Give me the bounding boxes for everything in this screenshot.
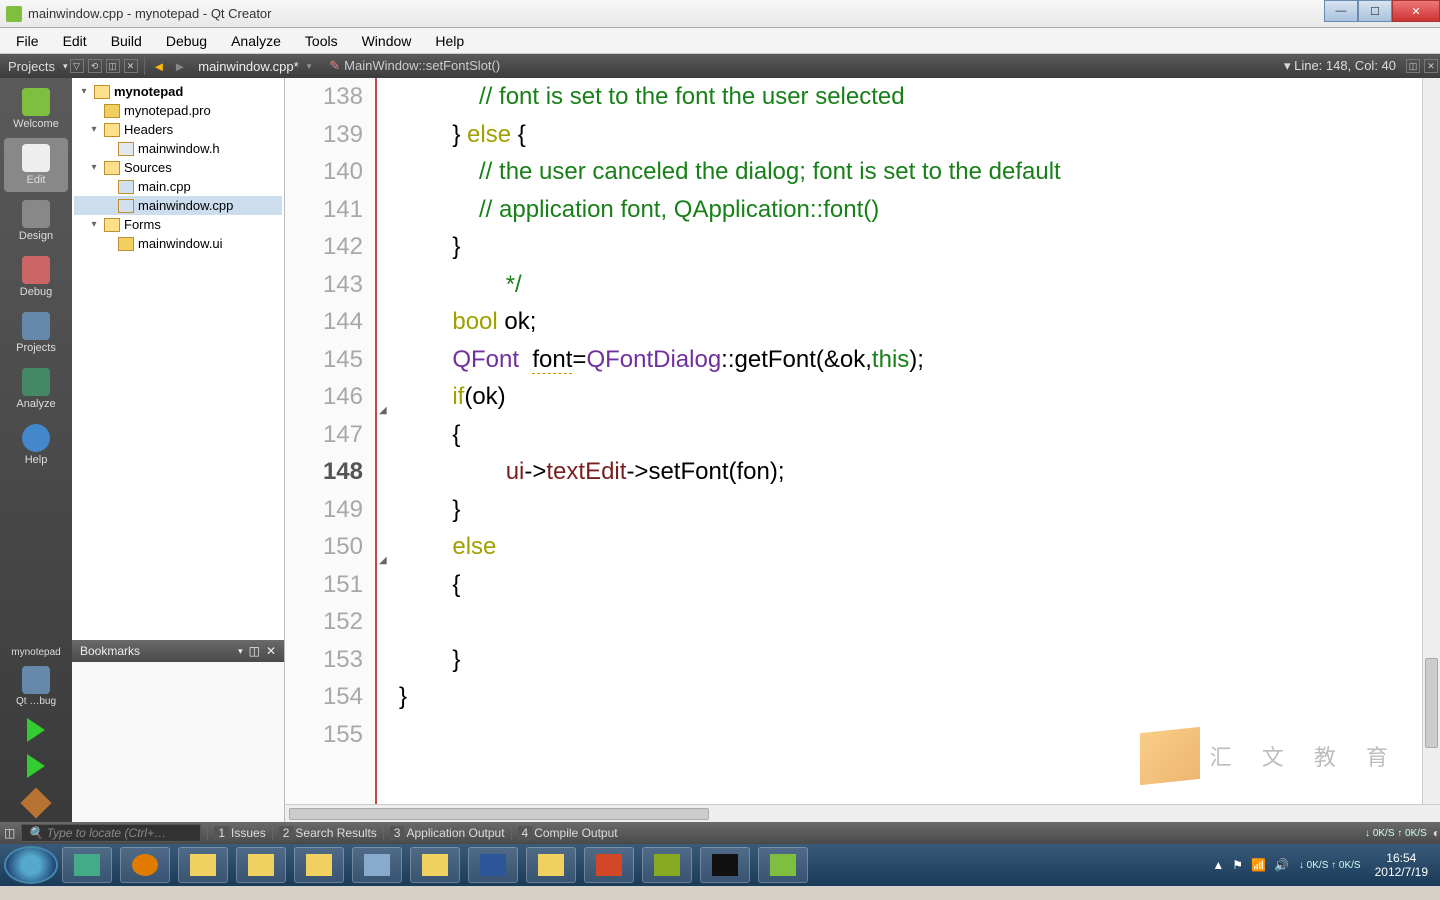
open-document-selector[interactable]: mainwindow.cpp* [190,59,306,74]
taskbar-cmd[interactable] [700,847,750,883]
tray-network-icon[interactable]: 📶 [1247,858,1270,872]
close-button[interactable]: ✕ [1392,0,1440,22]
editor-close-icon[interactable]: ✕ [1424,59,1438,73]
taskbar-chm[interactable] [642,847,692,883]
progress-icon[interactable]: ◐ [1433,826,1440,840]
menu-window[interactable]: Window [350,33,424,49]
taskbar-explorer-4[interactable] [410,847,460,883]
mode-bar: Welcome Edit Design Debug Projects Analy… [0,78,72,822]
tab-compile-output[interactable]: 4Compile Output [511,826,624,840]
tray-clock[interactable]: 16:542012/7/19 [1367,851,1436,879]
tree-item-mainwindow-cpp[interactable]: mainwindow.cpp [74,196,282,215]
mode-debug[interactable]: Debug [4,250,68,304]
cursor-position: ▾ Line: 148, Col: 40 [1276,58,1404,74]
tray-flag-icon[interactable]: ⚑ [1228,858,1247,872]
nav-back-icon[interactable]: ◄ [149,59,170,74]
menu-build[interactable]: Build [99,33,154,49]
tab-issues[interactable]: 1Issues [207,826,271,840]
bookmarks-panel [72,662,284,822]
symbol-selector[interactable]: MainWindow::setFontSlot() [344,58,500,73]
wand-icon: ✎ [329,58,340,73]
bookmarks-close-icon[interactable]: ✕ [266,644,276,658]
net-speed: ↓ 0K/S ↑ 0K/S [1359,828,1433,839]
taskbar-explorer-5[interactable] [526,847,576,883]
menu-analyze[interactable]: Analyze [219,33,293,49]
tray-volume-icon[interactable]: 🔊 [1270,858,1293,872]
taskbar-word[interactable] [468,847,518,883]
build-button[interactable] [20,787,51,818]
split-icon[interactable]: ◫ [106,59,120,73]
tray-arrow-icon[interactable]: ▲ [1208,858,1228,872]
navigation-toolbar: Projects ▾ ▽ ⟲ ◫ ✕ ◄ ► mainwindow.cpp* ▾… [0,54,1440,78]
debug-run-button[interactable] [27,754,45,778]
menu-help[interactable]: Help [423,33,476,49]
mode-help[interactable]: Help [4,418,68,472]
editor-split-icon[interactable]: ◫ [1406,59,1420,73]
mode-welcome[interactable]: Welcome [4,82,68,136]
filter-icon[interactable]: ▽ [70,59,84,73]
qt-app-icon [6,6,22,22]
start-button[interactable] [4,846,58,884]
tray-net-speed: ↓ 0K/S ↑ 0K/S [1293,860,1367,871]
taskbar-vmware[interactable] [62,847,112,883]
side-panel: ▾mynotepad mynotepad.pro ▾Headers mainwi… [72,78,285,822]
horizontal-scrollbar[interactable] [285,804,1440,822]
menu-bar: File Edit Build Debug Analyze Tools Wind… [0,28,1440,54]
tab-application-output[interactable]: 3Application Output [383,826,511,840]
kit-selector[interactable]: mynotepad [4,644,68,661]
taskbar-powerpoint[interactable] [584,847,634,883]
bookmarks-split-icon[interactable]: ◫ [249,644,260,658]
build-config[interactable]: Qt …bug [4,663,68,710]
project-tree[interactable]: ▾mynotepad mynotepad.pro ▾Headers mainwi… [72,78,284,640]
taskbar-explorer-1[interactable] [178,847,228,883]
locator-input[interactable]: 🔍 Type to locate (Ctrl+… [21,824,201,842]
toggle-sidebar-icon[interactable]: ◫ [4,826,15,840]
window-titlebar: mainwindow.cpp - mynotepad - Qt Creator … [0,0,1440,28]
run-button[interactable] [27,718,45,742]
taskbar-explorer-3[interactable] [294,847,344,883]
taskbar-qtcreator[interactable] [758,847,808,883]
sync-icon[interactable]: ⟲ [88,59,102,73]
mode-design[interactable]: Design [4,194,68,248]
menu-edit[interactable]: Edit [51,33,99,49]
window-title: mainwindow.cpp - mynotepad - Qt Creator [28,6,272,21]
vertical-scrollbar[interactable] [1422,78,1440,804]
taskbar-explorer-2[interactable] [236,847,286,883]
minimize-button[interactable]: — [1324,0,1358,22]
mode-analyze[interactable]: Analyze [4,362,68,416]
bookmarks-header[interactable]: Bookmarks▾ ◫ ✕ [72,640,284,662]
maximize-button[interactable]: ☐ [1358,0,1392,22]
projects-selector[interactable]: Projects [0,59,63,74]
taskbar-firefox[interactable] [120,847,170,883]
windows-taskbar: ▲ ⚑ 📶 🔊 ↓ 0K/S ↑ 0K/S 16:542012/7/19 [0,844,1440,886]
status-bar: ◫ 🔍 Type to locate (Ctrl+… 1Issues 2Sear… [0,822,1440,844]
line-number-gutter[interactable]: 1381391401411421431441451461471481491501… [285,78,377,804]
close-panel-icon[interactable]: ✕ [124,59,138,73]
nav-forward-icon[interactable]: ► [169,59,190,74]
taskbar-app-1[interactable] [352,847,402,883]
menu-debug[interactable]: Debug [154,33,219,49]
menu-file[interactable]: File [4,33,51,49]
menu-tools[interactable]: Tools [293,33,350,49]
mode-projects[interactable]: Projects [4,306,68,360]
mode-edit[interactable]: Edit [4,138,68,192]
tab-search-results[interactable]: 2Search Results [272,826,383,840]
code-editor[interactable]: 1381391401411421431441451461471481491501… [285,78,1440,822]
